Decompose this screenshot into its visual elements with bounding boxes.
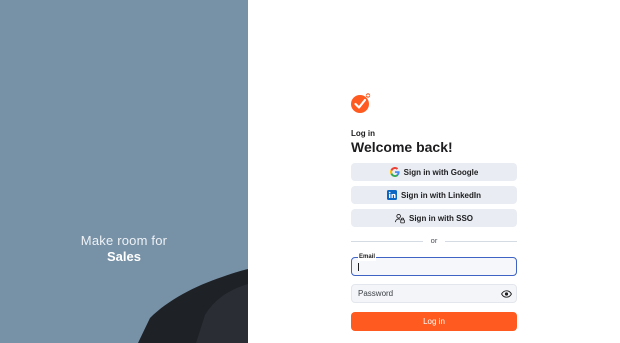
- password-input[interactable]: [352, 285, 516, 302]
- sign-in-linkedin-button[interactable]: Sign in with LinkedIn: [351, 186, 517, 204]
- login-submit-button[interactable]: Log in: [351, 312, 517, 331]
- linkedin-icon: [387, 190, 397, 200]
- text-caret: [358, 263, 359, 271]
- sign-in-sso-button[interactable]: Sign in with SSO: [351, 209, 517, 227]
- hero-tagline: Make room for: [80, 233, 168, 248]
- email-label: Email: [358, 254, 377, 261]
- sign-in-google-button[interactable]: Sign in with Google: [351, 163, 517, 181]
- checkmark-circle-logo-icon: [351, 93, 371, 113]
- or-divider: or: [351, 236, 517, 246]
- sign-in-linkedin-label: Sign in with LinkedIn: [401, 190, 481, 200]
- email-field[interactable]: Email: [351, 254, 517, 276]
- password-field[interactable]: [351, 284, 517, 303]
- person-silhouette-image: [138, 269, 248, 343]
- divider-text: or: [430, 236, 438, 245]
- sign-in-sso-label: Sign in with SSO: [409, 213, 473, 223]
- page-title: Welcome back!: [351, 139, 453, 155]
- hero-tagline-highlight: Sales: [107, 249, 141, 264]
- hero-panel: Make room for Sales: [0, 0, 248, 343]
- show-password-eye-icon[interactable]: [501, 290, 512, 298]
- sign-in-google-label: Sign in with Google: [403, 167, 479, 177]
- google-icon: [389, 167, 400, 177]
- user-lock-icon: [395, 213, 405, 223]
- email-input[interactable]: [352, 258, 516, 275]
- login-eyebrow: Log in: [351, 129, 375, 138]
